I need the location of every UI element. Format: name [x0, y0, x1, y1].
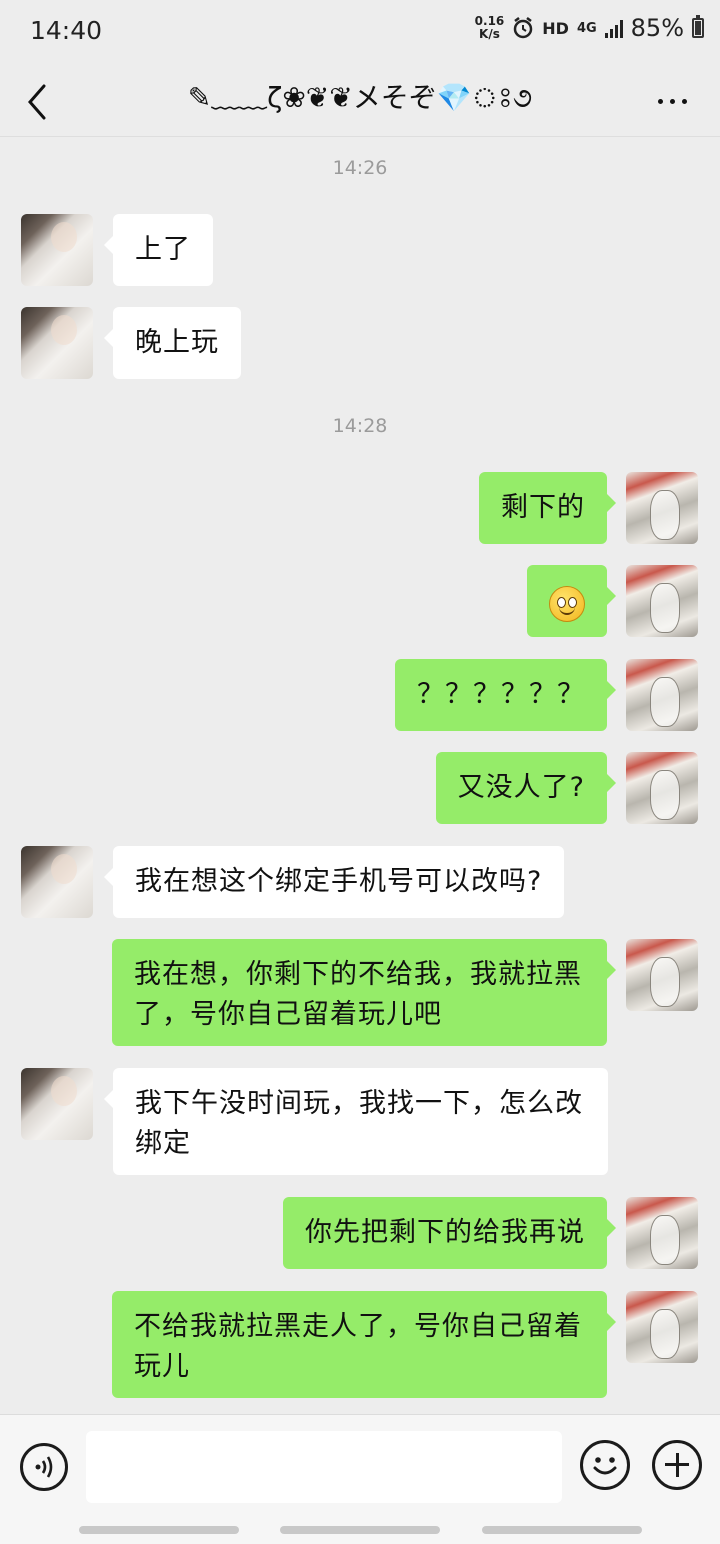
my-avatar[interactable]	[626, 1197, 698, 1269]
chat-title: ✎﹏﹏ζ❀❦❦メそぞ💎ঃ૭	[187, 81, 533, 114]
message-timestamp: 14:28	[332, 415, 388, 437]
recent-apps-gesture[interactable]	[79, 1526, 239, 1534]
status-time: 14:40	[30, 16, 103, 45]
my-avatar[interactable]	[626, 659, 698, 731]
back-button[interactable]	[18, 74, 58, 124]
more-functions-button[interactable]	[652, 1440, 702, 1490]
emoji-button[interactable]	[580, 1440, 630, 1490]
chevron-left-icon	[28, 84, 46, 120]
my-avatar[interactable]	[626, 1291, 698, 1363]
network-speed: 0.16 K/s	[475, 15, 505, 41]
outgoing-message[interactable]: 你先把剩下的给我再说	[283, 1197, 616, 1269]
my-avatar[interactable]	[626, 565, 698, 637]
emoji-face-icon	[593, 1457, 617, 1475]
more-dots-icon	[657, 98, 663, 104]
status-icons: 0.16 K/s HD 4G 85%	[475, 14, 704, 42]
more-options-button[interactable]	[652, 86, 692, 116]
home-gesture[interactable]	[280, 1526, 440, 1534]
incoming-message[interactable]: 上了	[104, 214, 213, 286]
hd-voice-badge: HD	[542, 18, 569, 38]
incoming-message[interactable]: 我在想这个绑定手机号可以改吗?	[103, 846, 565, 918]
message-input[interactable]	[86, 1431, 562, 1503]
battery-icon	[692, 15, 704, 38]
battery-fill	[695, 21, 701, 35]
contact-avatar[interactable]	[21, 307, 93, 379]
network-speed-unit: K/s	[479, 27, 500, 41]
message-timestamp: 14:26	[332, 157, 388, 179]
system-gesture-bar	[0, 1518, 720, 1544]
outgoing-message[interactable]: 剩下的	[479, 472, 616, 544]
outgoing-emoji-message[interactable]	[527, 565, 616, 637]
my-avatar[interactable]	[626, 939, 698, 1011]
battery-percent: 85%	[630, 14, 684, 42]
network-type-badge: 4G	[576, 20, 597, 36]
outgoing-message[interactable]: 不给我就拉黑走人了，号你自己留着玩儿	[112, 1291, 616, 1398]
incoming-message[interactable]: 我下午没时间玩，我找一下，怎么改绑定	[104, 1068, 608, 1175]
outgoing-message[interactable]: 又没人了?	[435, 752, 617, 824]
outgoing-message[interactable]: 我在想，你剩下的不给我，我就拉黑了，号你自己留着玩儿吧	[112, 939, 616, 1046]
voice-input-icon	[35, 1456, 53, 1478]
my-avatar[interactable]	[626, 752, 698, 824]
voice-input-button[interactable]	[20, 1443, 68, 1491]
smile-emoji-icon	[549, 585, 585, 622]
outgoing-message[interactable]: ？？？？？？	[395, 659, 616, 731]
contact-avatar[interactable]	[21, 1068, 93, 1140]
message-input-bar	[0, 1414, 720, 1519]
chat-header: ✎﹏﹏ζ❀❦❦メそぞ💎ঃ૭	[0, 62, 720, 137]
back-gesture[interactable]	[482, 1526, 642, 1534]
contact-avatar[interactable]	[21, 214, 93, 286]
alarm-clock-icon	[514, 17, 533, 39]
my-avatar[interactable]	[626, 472, 698, 544]
incoming-message[interactable]: 晚上玩	[104, 307, 241, 379]
contact-avatar[interactable]	[21, 846, 93, 918]
status-bar: 14:40 0.16 K/s HD 4G 85%	[0, 0, 720, 62]
signal-strength-icon	[604, 18, 623, 38]
